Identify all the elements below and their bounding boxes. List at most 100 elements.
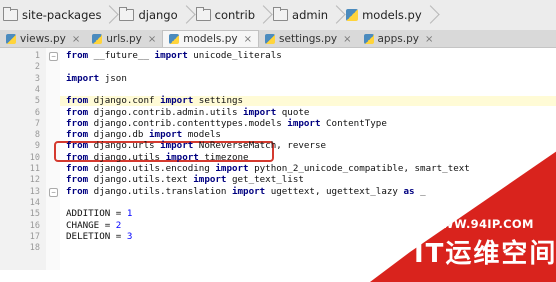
tab-settings-py[interactable]: settings.py × [259,31,357,47]
code-token: json [99,72,127,84]
keyword-token: from [66,151,89,163]
tab-urls-py[interactable]: urls.py × [86,31,162,47]
breadcrumb-item-site-packages[interactable]: site-packages [0,4,104,26]
code-line[interactable]: CHANGE = 2 [66,219,121,231]
tab-views-py[interactable]: views.py × [0,31,86,47]
close-icon[interactable]: × [148,34,156,45]
code-token: django.db [88,129,149,141]
breadcrumb-label: models.py [362,8,422,22]
watermark-url: WWW.94IP.COM [428,217,534,231]
code-line[interactable]: from django.contrib.contenttypes.models … [66,117,387,129]
code-token: django.contrib.contenttypes.models [88,117,288,129]
keyword-token: from [66,50,89,61]
line-number: 5 [34,96,40,107]
keyword-token: import [149,129,183,141]
code-line[interactable]: from django.db import models [66,130,221,140]
breadcrumb-label: site-packages [22,8,102,22]
line-number: 2 [34,62,40,73]
close-icon[interactable]: × [425,34,433,45]
line-number: 3 [34,73,40,84]
line-number: 10 [29,152,40,163]
folder-icon [195,7,211,21]
close-icon[interactable]: × [72,34,80,45]
breadcrumb: site-packages django contrib admin models.py [0,0,556,31]
python-file-icon [6,34,16,44]
line-number: 4 [34,84,40,95]
folder-icon [273,7,289,21]
line-number: 1 [34,51,40,61]
number-token: 1 [126,208,133,220]
line-number: 16 [29,220,40,231]
code-token: django.contrib.admin.utils [88,106,244,118]
line-number: 11 [29,164,40,174]
tab-label: views.py [20,33,66,45]
chevron-right-icon [258,4,268,26]
tab-label: urls.py [106,33,142,45]
line-number: 8 [34,130,40,141]
fold-toggle-icon[interactable]: − [49,187,58,197]
line-number: 7 [34,118,40,129]
tab-label: settings.py [279,33,338,45]
code-token: django.utils.encoding [88,163,216,174]
tab-label: apps.py [377,33,419,45]
breadcrumb-item-django[interactable]: django [116,4,180,26]
python-file-icon [169,34,180,44]
code-token: quote [276,106,310,118]
breadcrumb-item-admin[interactable]: admin [270,4,331,26]
keyword-token: import [66,72,100,84]
code-token: django.conf [88,95,161,107]
code-line[interactable]: from __future__ import unicode_literals [66,51,282,61]
code-token: ADDITION = [66,208,127,220]
code-token: timezone [198,151,249,163]
tab-models-py[interactable]: models.py × [162,30,260,47]
code-token: models [182,129,221,141]
watermark-title: IT运维空间 [414,239,556,269]
chevron-right-icon [181,4,191,26]
keyword-token: from [66,174,89,186]
breadcrumb-item-contrib[interactable]: contrib [193,4,258,26]
number-token: 3 [126,230,133,242]
breadcrumb-label: django [138,8,178,22]
line-number: 12 [29,175,40,186]
code-line[interactable]: from django.conf import settings [66,96,243,106]
python-file-icon [265,34,276,44]
code-token: django.urls [88,140,161,152]
breadcrumb-item-models-py[interactable]: models.py [343,4,425,26]
keyword-token: from [66,129,89,141]
code-line[interactable]: from django.urls import NoReverseMatch, … [66,141,326,151]
breadcrumb-label: contrib [214,8,256,22]
line-number: 14 [29,197,40,208]
keyword-token: from [66,117,89,129]
code-token: DELETION = [66,230,127,242]
code-line[interactable]: DELETION = 3 [66,230,133,242]
chevron-right-icon [104,4,114,26]
close-icon[interactable]: × [244,34,252,45]
code-line[interactable]: from django.contrib.admin.utils import q… [66,106,310,118]
line-number: 17 [29,231,40,242]
keyword-token: import [160,140,194,152]
keyword-token: from [66,185,89,197]
breadcrumb-label: admin [292,8,329,22]
code-line[interactable]: import json [66,72,127,84]
code-token: django.utils.text [88,174,194,186]
code-line[interactable]: from django.utils.text import get_text_l… [66,175,304,185]
line-number: 13 [29,186,40,197]
code-token: ContentType [320,117,387,129]
watermark: WWW.94IP.COM IT运维空间 [370,142,556,282]
keyword-token: from [66,95,89,107]
python-file-icon [363,34,374,44]
keyword-token: from [66,106,89,118]
code-line[interactable]: from django.utils import timezone [66,151,249,163]
tab-apps-py[interactable]: apps.py × [358,31,440,47]
keyword-token: import [154,50,188,61]
fold-toggle-icon[interactable]: − [49,52,58,61]
code-token: settings [193,95,244,107]
code-token: get_text_list [226,174,304,186]
code-line[interactable]: ADDITION = 1 [66,209,132,219]
close-icon[interactable]: × [343,34,351,45]
code-token: CHANGE = [66,219,116,231]
keyword-token: import [160,95,194,107]
keyword-token: from [66,163,89,174]
keyword-token: from [66,140,89,152]
line-number: 6 [34,107,40,118]
